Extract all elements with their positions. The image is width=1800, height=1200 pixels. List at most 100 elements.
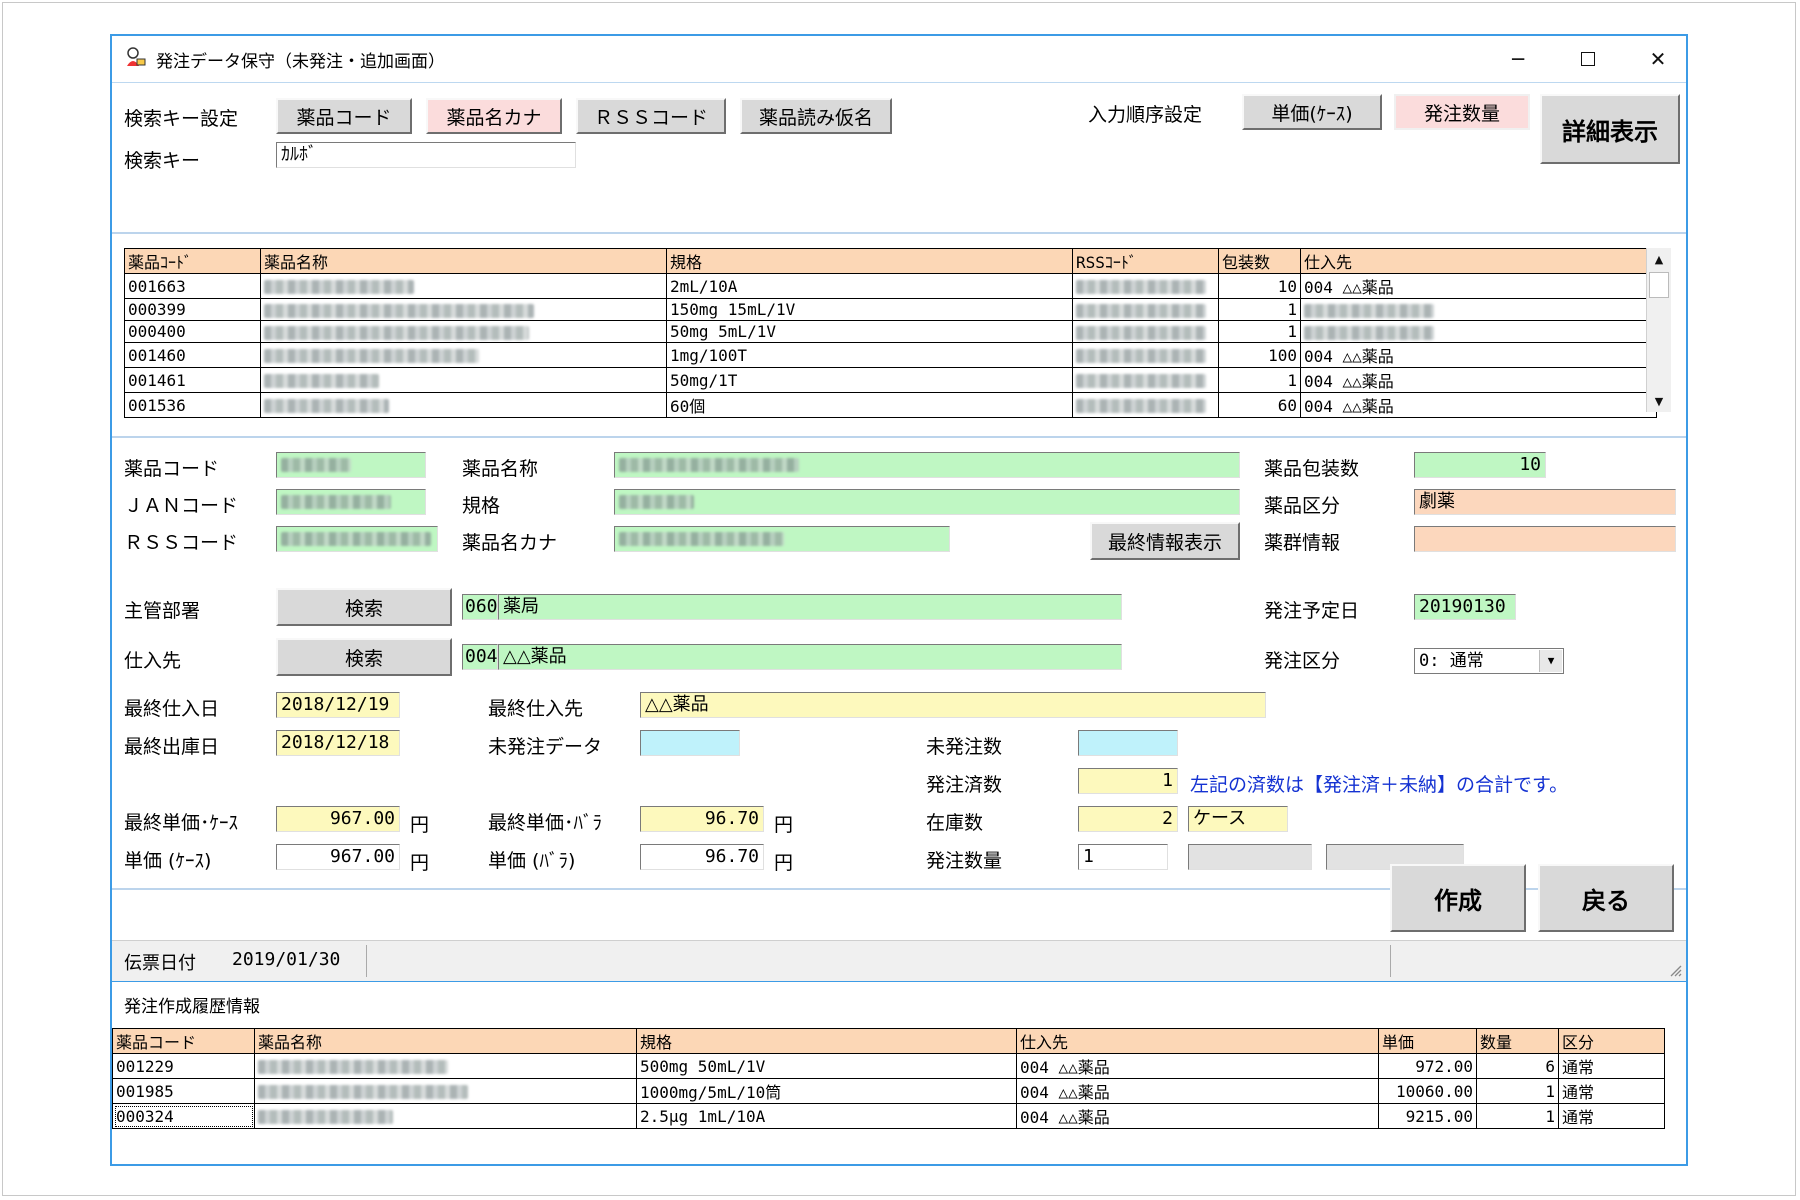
- scroll-thumb[interactable]: [1649, 272, 1669, 298]
- cell-spec: 500mg 50mL/1V: [636, 1053, 1017, 1079]
- search-key-label: 検索キー: [124, 150, 201, 172]
- minimize-icon[interactable]: ─: [1490, 42, 1546, 76]
- order-type-select[interactable]: 0: 通常 ▼: [1414, 648, 1564, 674]
- last-issue-date-label: 最終出庫日: [124, 736, 220, 758]
- history-col-price[interactable]: 単価: [1378, 1028, 1477, 1054]
- scroll-up-icon[interactable]: ▲: [1647, 248, 1671, 270]
- cell-rss-redacted: [1072, 342, 1219, 368]
- last-issue-date-field[interactable]: 2018/12/18: [276, 730, 400, 756]
- dept-search-button[interactable]: 検索: [276, 588, 452, 626]
- cell-spec: 1mg/100T: [666, 342, 1073, 368]
- last-purchase-date-field[interactable]: 2018/12/19: [276, 692, 400, 718]
- search-key-input[interactable]: ｶﾙﾎﾞ: [276, 142, 576, 168]
- order-qty-label: 発注数量: [926, 850, 1003, 872]
- title-bar: 発注データ保守（未発注・追加画面） ─ ✕: [112, 36, 1686, 83]
- main-window: 発注データ保守（未発注・追加画面） ─ ✕ 検索キー設定 薬品コード 薬品名カナ…: [110, 34, 1688, 982]
- cell-code: 000399: [124, 298, 261, 321]
- drug-code-field[interactable]: [276, 452, 426, 478]
- detail-view-button[interactable]: 詳細表示: [1540, 94, 1680, 164]
- cell-rss-redacted: [1072, 298, 1219, 321]
- last-price-case-field[interactable]: 967.00: [276, 806, 400, 832]
- col-header-pack[interactable]: 包装数: [1218, 248, 1301, 274]
- results-table: 薬品ｺｰﾄﾞ 薬品名称 規格 RSSｺｰﾄﾞ 包装数 仕入先 001663 2m…: [124, 248, 1657, 418]
- cell-supplier: 004 △△薬品: [1300, 273, 1657, 299]
- results-section: 薬品ｺｰﾄﾞ 薬品名称 規格 RSSｺｰﾄﾞ 包装数 仕入先 001663 2m…: [112, 232, 1686, 438]
- table-row[interactable]: 001985 1000mg/5mL/10筒 004 △△薬品 10060.00 …: [112, 1078, 1665, 1104]
- stock-unit-field[interactable]: ケース: [1188, 806, 1288, 832]
- price-bara-input[interactable]: 96.70: [640, 844, 764, 870]
- cell-name-redacted: [260, 342, 667, 368]
- dept-name-field[interactable]: 薬局: [498, 594, 1122, 620]
- col-header-supplier[interactable]: 仕入先: [1300, 248, 1657, 274]
- search-by-kana-button[interactable]: 薬品名カナ: [426, 98, 562, 134]
- rss-code-field[interactable]: [276, 526, 438, 552]
- detail-section: 薬品コード 薬品名称 薬品包装数 10 ＪＡＮコード 規格 薬品区分 劇薬 ＲＳ…: [112, 436, 1686, 890]
- history-col-code[interactable]: 薬品コード: [112, 1028, 255, 1054]
- unordered-count-field[interactable]: [1078, 730, 1178, 756]
- scroll-down-icon[interactable]: ▼: [1647, 390, 1671, 412]
- last-info-button[interactable]: 最終情報表示: [1090, 522, 1240, 560]
- drug-group-field[interactable]: [1414, 526, 1676, 552]
- back-button[interactable]: 戻る: [1538, 864, 1674, 932]
- last-price-bara-field[interactable]: 96.70: [640, 806, 764, 832]
- cell-rss-redacted: [1072, 367, 1219, 393]
- price-case-label: 単価 (ｹｰｽ): [124, 850, 212, 872]
- history-col-supplier[interactable]: 仕入先: [1016, 1028, 1379, 1054]
- supplier-code-field[interactable]: 004: [462, 644, 498, 670]
- resize-grip-icon[interactable]: [1668, 963, 1682, 977]
- table-row[interactable]: 000399 150mg 15mL/1V 1: [124, 298, 1657, 321]
- category-field[interactable]: 劇薬: [1414, 489, 1676, 515]
- search-key-setting-label: 検索キー設定: [124, 108, 239, 130]
- cell-spec: 50mg 5mL/1V: [666, 320, 1073, 343]
- history-col-type[interactable]: 区分: [1558, 1028, 1665, 1054]
- table-row[interactable]: 000324 2.5μg 1mL/10A 004 △△薬品 9215.00 1 …: [112, 1103, 1665, 1129]
- table-row[interactable]: 000400 50mg 5mL/1V 1: [124, 320, 1657, 343]
- yen-unit: 円: [774, 852, 794, 874]
- price-case-input[interactable]: 967.00: [276, 844, 400, 870]
- last-supplier-field[interactable]: △△薬品: [640, 692, 1266, 718]
- cell-name-redacted: [260, 320, 667, 343]
- table-row[interactable]: 001461 50mg/1T 1 004 △△薬品: [124, 367, 1657, 393]
- cell-name-redacted: [260, 273, 667, 299]
- close-icon[interactable]: ✕: [1630, 42, 1686, 76]
- unordered-data-field[interactable]: [640, 730, 740, 756]
- slip-date-value: 2019/01/30: [232, 949, 341, 970]
- table-row[interactable]: 001663 2mL/10A 10 004 △△薬品: [124, 273, 1657, 299]
- cell-supplier: 004 △△薬品: [1016, 1078, 1379, 1104]
- stock-field[interactable]: 2: [1078, 806, 1178, 832]
- search-by-reading-button[interactable]: 薬品読み仮名: [740, 98, 892, 134]
- status-divider: [366, 945, 367, 977]
- drug-name-field[interactable]: [614, 452, 1240, 478]
- jan-code-field[interactable]: [276, 489, 426, 515]
- maximize-icon[interactable]: [1560, 42, 1616, 76]
- order-qty-input[interactable]: 1: [1078, 844, 1168, 870]
- table-row[interactable]: 001536 60個 60 004 △△薬品: [124, 392, 1657, 418]
- col-header-spec[interactable]: 規格: [666, 248, 1073, 274]
- col-header-rss[interactable]: RSSｺｰﾄﾞ: [1072, 248, 1219, 274]
- supplier-name-field[interactable]: △△薬品: [498, 644, 1122, 670]
- pack-count-label: 薬品包装数: [1264, 458, 1360, 480]
- yen-unit: 円: [774, 814, 794, 836]
- spec-field[interactable]: [614, 489, 1240, 515]
- search-by-rss-button[interactable]: ＲＳＳコード: [576, 98, 726, 134]
- create-button[interactable]: 作成: [1390, 864, 1526, 932]
- col-header-code[interactable]: 薬品ｺｰﾄﾞ: [124, 248, 261, 274]
- history-col-name[interactable]: 薬品名称: [254, 1028, 637, 1054]
- order-quantity-button[interactable]: 発注数量: [1394, 94, 1530, 130]
- table-row[interactable]: 001460 1mg/100T 100 004 △△薬品: [124, 342, 1657, 368]
- drug-kana-field[interactable]: [614, 526, 950, 552]
- ordered-count-field[interactable]: 1: [1078, 768, 1178, 794]
- dept-code-field[interactable]: 060: [462, 594, 498, 620]
- col-header-name[interactable]: 薬品名称: [260, 248, 667, 274]
- results-scrollbar[interactable]: ▲ ▼: [1646, 248, 1671, 412]
- search-by-code-button[interactable]: 薬品コード: [276, 98, 412, 134]
- history-col-qty[interactable]: 数量: [1476, 1028, 1559, 1054]
- pack-count-field[interactable]: 10: [1414, 452, 1546, 478]
- supplier-search-button[interactable]: 検索: [276, 638, 452, 676]
- table-row[interactable]: 001229 500mg 50mL/1V 004 △△薬品 972.00 6 通…: [112, 1053, 1665, 1079]
- history-col-spec[interactable]: 規格: [636, 1028, 1017, 1054]
- order-date-field[interactable]: 20190130: [1414, 594, 1516, 620]
- chevron-down-icon[interactable]: ▼: [1539, 650, 1562, 672]
- stock-label: 在庫数: [926, 812, 984, 834]
- order-unit-price-button[interactable]: 単価(ｹｰｽ): [1242, 94, 1382, 130]
